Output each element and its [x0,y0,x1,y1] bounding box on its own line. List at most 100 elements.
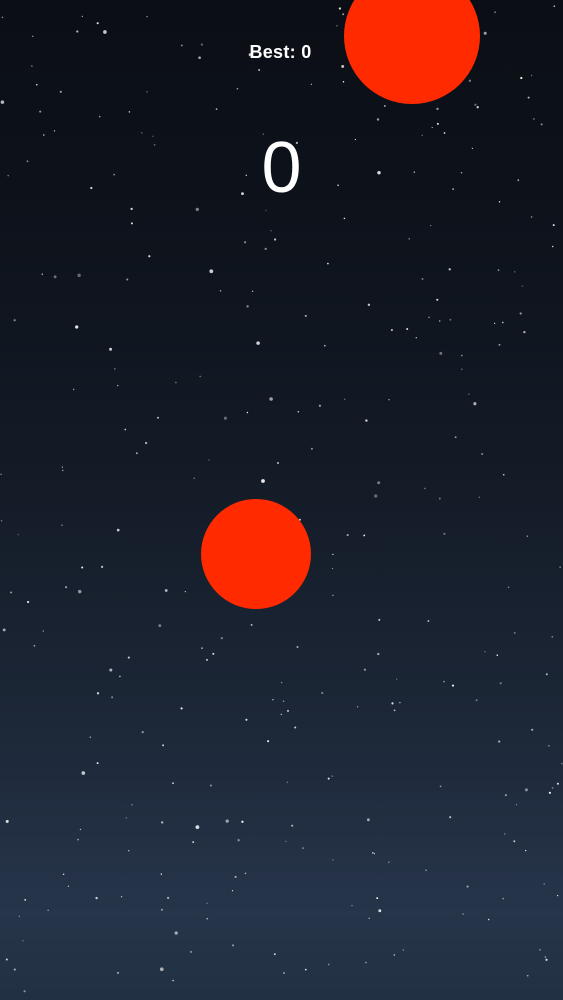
star [551,787,554,789]
star [81,566,84,569]
star [327,963,330,966]
star [22,940,24,942]
star [41,273,43,275]
star [301,847,305,850]
star [98,115,101,118]
star [5,958,8,961]
star [158,624,162,628]
star [18,915,21,918]
star [475,699,478,702]
star [24,898,27,901]
star [443,532,446,536]
star [551,245,554,248]
star [79,828,81,831]
star [378,909,382,913]
star [96,22,99,25]
star [225,819,229,823]
star [399,701,401,704]
star [190,951,192,953]
star [53,275,57,279]
star [498,343,501,346]
star [377,652,380,656]
star [291,824,294,827]
star [383,104,386,107]
star [245,718,248,721]
star [27,600,30,604]
star [374,494,378,498]
star [111,696,114,699]
star [103,30,107,34]
star [366,818,370,822]
star [513,631,516,634]
star [0,473,2,475]
star [209,269,214,274]
star [543,883,545,885]
star [0,519,3,522]
star [117,971,119,974]
star [526,974,529,977]
star [96,692,100,695]
star [507,586,510,589]
star [39,110,42,113]
star [246,305,249,308]
star [193,477,195,479]
star [336,25,338,27]
star [551,635,554,638]
star [438,497,441,500]
star [338,7,342,10]
star [212,652,215,655]
star [331,567,334,570]
star [462,913,464,915]
star [276,461,280,465]
star [164,589,168,592]
star [371,852,374,854]
star [476,106,479,109]
star [192,841,195,844]
star [234,875,237,878]
star [332,553,334,556]
star [483,31,487,35]
star [17,534,19,536]
star [438,320,441,322]
star [160,908,163,911]
star [128,111,131,113]
star [327,777,330,780]
star [341,64,345,68]
star [162,744,165,747]
star [261,479,265,483]
star [270,230,272,232]
star [363,534,366,537]
star [556,894,559,897]
star [128,850,130,852]
star [89,736,92,739]
star [496,654,499,656]
star [146,91,148,93]
star [62,873,65,876]
star [451,684,455,687]
star [136,452,138,454]
star [244,872,247,875]
star [130,207,133,211]
star [521,285,524,287]
star [1,16,4,19]
player-ball[interactable] [201,499,311,609]
star [376,118,380,121]
star [530,216,533,218]
star [391,702,394,705]
star [285,840,287,843]
star [47,909,49,911]
star [127,656,130,659]
star [130,222,133,225]
star [161,821,164,824]
star [365,961,367,964]
star [35,83,38,86]
star [13,319,16,322]
star [318,404,322,407]
star [206,917,209,920]
star [241,820,244,823]
star [498,740,501,743]
star [31,65,33,67]
star [468,79,472,82]
star [264,247,267,251]
star [533,118,535,120]
